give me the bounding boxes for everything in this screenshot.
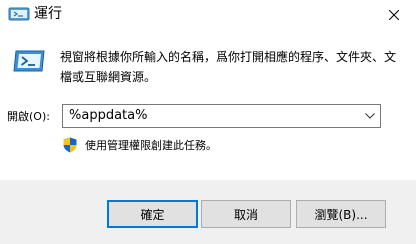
admin-note: 使用管理權限創建此任務。 — [85, 139, 217, 152]
browse-button[interactable]: 瀏覽(B)... — [296, 200, 386, 228]
close-icon — [389, 10, 399, 20]
open-label: 開啟(O): — [7, 110, 50, 123]
window-title: 運行 — [34, 6, 62, 22]
run-icon — [13, 50, 45, 72]
run-icon — [8, 7, 30, 21]
close-button[interactable] — [372, 0, 416, 30]
chevron-down-icon — [365, 113, 375, 119]
dropdown-button[interactable] — [360, 105, 380, 127]
uac-shield-icon — [63, 137, 77, 153]
cancel-button[interactable]: 取消 — [201, 200, 291, 228]
open-combobox[interactable]: %appdata% — [62, 104, 381, 128]
dialog-description: 視窗將根據你所輸入的名稱，爲你打開相應的程序、文件夾、文檔或互聯網資源。 — [60, 50, 397, 84]
title-bar: 運行 — [0, 0, 416, 30]
ok-button[interactable]: 確定 — [107, 200, 198, 228]
open-input[interactable]: %appdata% — [69, 105, 147, 127]
run-dialog: 運行 視窗將根據你所輸入的名稱，爲你打開相應的程序、文件夾、文檔或互聯網資源。 … — [0, 0, 416, 244]
